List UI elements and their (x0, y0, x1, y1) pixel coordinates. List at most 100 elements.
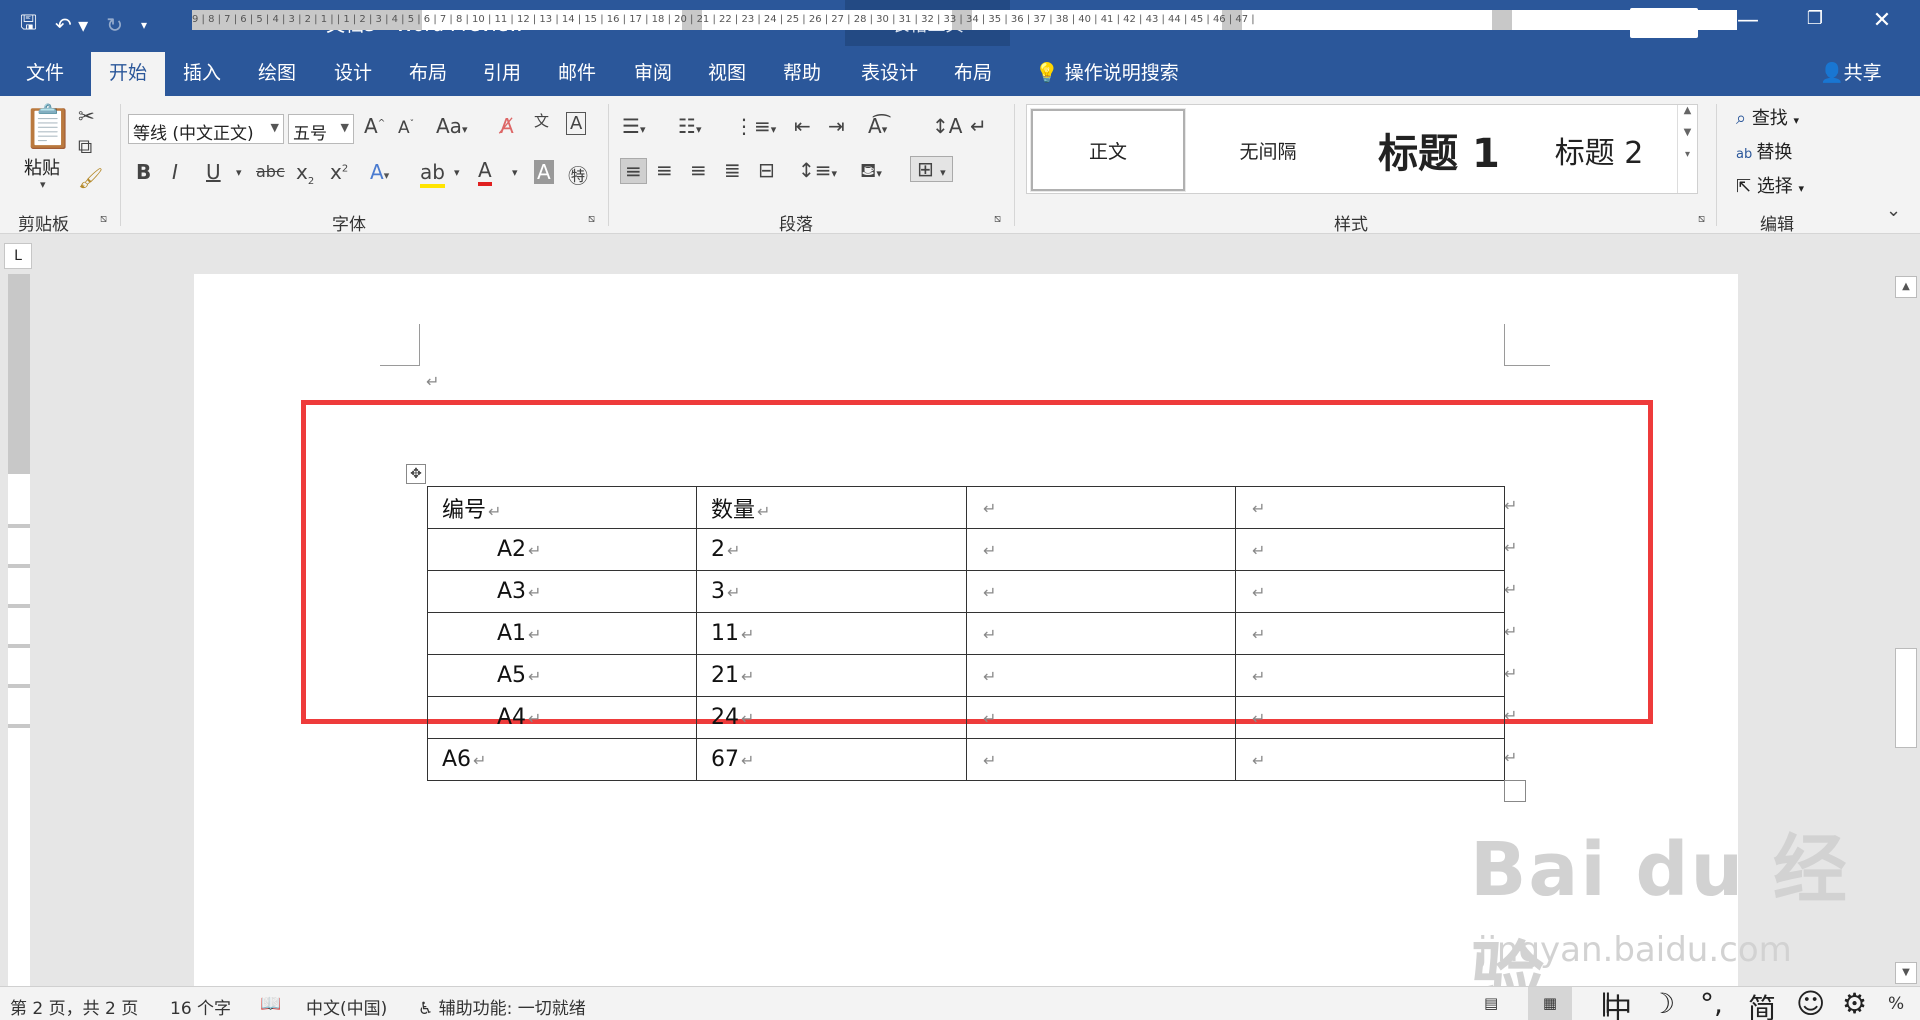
tab-design[interactable]: 设计 (334, 58, 372, 85)
cut-icon[interactable]: ✂ (78, 104, 95, 128)
data-table[interactable]: 编号 ↵ 数量 ↵ ↵ ↵ A2 ↵ 2 ↵ ↵ ↵ A3 ↵ 3 ↵ ↵ ↵ A1 ↵ 11… (427, 486, 1505, 781)
tab-mailings[interactable]: 邮件 (558, 58, 596, 85)
font-size-combo[interactable]: 五号 ▼ (288, 114, 354, 144)
shading-icon[interactable]: ⛾▾ (860, 158, 882, 185)
table-cell[interactable]: A1 ↵ (427, 612, 697, 655)
sort-icon[interactable]: ↕A (932, 114, 962, 138)
copy-icon[interactable]: ⧉ (78, 134, 92, 158)
enclose-characters-icon[interactable]: A (566, 112, 587, 135)
font-launcher-icon[interactable]: ⧅ (588, 212, 595, 226)
tab-layout[interactable]: 布局 (409, 58, 447, 85)
print-layout-icon[interactable]: ▦ (1528, 987, 1572, 1020)
table-resize-handle[interactable] (1504, 780, 1526, 802)
share-button[interactable]: 👤共享 (1820, 58, 1882, 85)
tab-help[interactable]: 帮助 (783, 58, 821, 85)
styles-scroll[interactable]: ▲ ▼ ▾ (1677, 105, 1697, 193)
table-cell[interactable]: ↵ (966, 612, 1236, 655)
tab-view[interactable]: 视图 (708, 58, 746, 85)
format-painter-icon[interactable]: 🖌 (78, 166, 103, 190)
tab-table-layout[interactable]: 布局 (954, 58, 992, 85)
ime-chinese-mode[interactable]: 中 (1604, 987, 1632, 1020)
table-cell[interactable]: ↵ (966, 528, 1236, 571)
table-cell[interactable]: ↵ (966, 570, 1236, 613)
subscript-icon[interactable]: x2 (296, 160, 314, 187)
clear-formatting-icon[interactable]: A̸ (500, 114, 514, 138)
numbering-icon[interactable]: ☷▾ (678, 114, 701, 138)
ime-emoji-icon[interactable]: ☺ (1796, 987, 1825, 1020)
justify-icon[interactable]: ≣ (724, 158, 741, 182)
table-cell[interactable]: ↵ (1235, 696, 1505, 739)
ime-halfwidth-icon[interactable]: ☽ (1650, 987, 1675, 1020)
align-left-icon[interactable]: ≡ (620, 158, 647, 184)
table-cell[interactable]: 11 ↵ (696, 612, 967, 655)
table-cell[interactable]: 2 ↵ (696, 528, 967, 571)
table-cell[interactable]: ↵ (966, 738, 1236, 781)
tab-insert[interactable]: 插入 (183, 58, 221, 85)
increase-indent-icon[interactable]: ⇥ (828, 114, 845, 138)
table-cell[interactable]: ↵ (1235, 738, 1505, 781)
replace-button[interactable]: ab 替换 (1736, 138, 1792, 164)
language-indicator[interactable]: 中文(中国) (306, 994, 387, 1019)
decrease-indent-icon[interactable]: ⇤ (794, 114, 811, 138)
style-heading-2[interactable]: 标题 2 (1529, 109, 1669, 191)
horizontal-ruler[interactable]: 9 | 8 | 7 | 6 | 5 | 4 | 3 | 2 | 1 | | 1 … (192, 10, 1737, 30)
table-cell[interactable]: A6 ↵ (427, 738, 697, 781)
ime-settings-icon[interactable]: ⚙ (1842, 987, 1867, 1020)
borders-icon[interactable]: ⊞ ▾ (910, 156, 953, 182)
page-count[interactable]: 第 2 页，共 2 页 (10, 994, 138, 1019)
ime-simplified-mode[interactable]: 简 (1748, 987, 1776, 1020)
paste-dropdown-icon[interactable]: ▾ (40, 178, 46, 191)
table-cell[interactable]: 编号 ↵ (427, 486, 697, 529)
styles-launcher-icon[interactable]: ⧅ (1698, 212, 1705, 226)
table-cell[interactable]: ↵ (1235, 570, 1505, 613)
font-color-icon[interactable]: A (478, 158, 492, 186)
superscript-icon[interactable]: x2 (330, 160, 348, 184)
phonetic-guide-icon[interactable]: 文 (534, 110, 549, 131)
style-normal[interactable]: 正文 (1030, 108, 1186, 192)
table-cell[interactable]: ↵ (1235, 612, 1505, 655)
table-cell[interactable]: A4 ↵ (427, 696, 697, 739)
strikethrough-icon[interactable]: abc (256, 162, 285, 181)
underline-icon[interactable]: U (206, 160, 221, 184)
font-name-combo[interactable]: 等线 (中文正文) ▼ (128, 114, 284, 144)
distributed-icon[interactable]: ⊟ (758, 158, 775, 182)
scroll-up-icon[interactable]: ▲ (1895, 276, 1917, 298)
chinese-layout-icon[interactable]: A͡▾ (868, 114, 887, 138)
tab-review[interactable]: 审阅 (634, 58, 672, 85)
paste-icon[interactable]: 📋 (22, 102, 74, 152)
select-button[interactable]: ⇱ 选择 ▾ (1736, 172, 1804, 198)
table-cell[interactable]: ↵ (966, 486, 1236, 529)
table-cell[interactable]: 67 ↵ (696, 738, 967, 781)
table-cell[interactable]: A2 ↵ (427, 528, 697, 571)
show-marks-icon[interactable]: ↵ (970, 114, 987, 138)
find-button[interactable]: ⌕ 查找 ▾ (1736, 104, 1799, 130)
paste-label[interactable]: 粘贴 (24, 154, 60, 180)
tab-draw[interactable]: 绘图 (258, 58, 296, 85)
highlight-icon[interactable]: ab (420, 160, 445, 188)
table-cell[interactable]: A5 ↵ (427, 654, 697, 697)
style-heading-1[interactable]: 标题 1 (1349, 109, 1529, 191)
table-cell[interactable]: ↵ (966, 696, 1236, 739)
table-cell[interactable]: ↵ (966, 654, 1236, 697)
zoom-level[interactable]: % (1888, 994, 1904, 1014)
scroll-thumb[interactable] (1895, 648, 1917, 748)
character-shading-icon[interactable]: A (534, 160, 554, 184)
ime-punctuation-icon[interactable]: °, (1700, 987, 1723, 1020)
collapse-ribbon-icon[interactable]: ⌄ (1886, 200, 1901, 221)
tab-table-design[interactable]: 表设计 (861, 58, 918, 85)
close-button[interactable]: ✕ (1862, 8, 1902, 33)
table-cell[interactable]: 数量 ↵ (696, 486, 967, 529)
italic-icon[interactable]: I (172, 160, 178, 184)
table-cell[interactable]: ↵ (1235, 486, 1505, 529)
accessibility-status[interactable]: ♿ 辅助功能: 一切就绪 (418, 994, 586, 1019)
vertical-ruler[interactable] (8, 274, 30, 986)
grow-font-icon[interactable]: A^ (364, 114, 385, 138)
table-cell[interactable]: 24 ↵ (696, 696, 967, 739)
paragraph-launcher-icon[interactable]: ⧅ (994, 212, 1001, 226)
highlight-dropdown-icon[interactable]: ▾ (454, 166, 460, 179)
table-cell[interactable]: ↵ (1235, 528, 1505, 571)
align-center-icon[interactable]: ≡ (656, 158, 673, 182)
word-count[interactable]: 16 个字 (170, 994, 231, 1019)
tab-file[interactable]: 文件 (26, 58, 64, 85)
tab-references[interactable]: 引用 (483, 58, 521, 85)
